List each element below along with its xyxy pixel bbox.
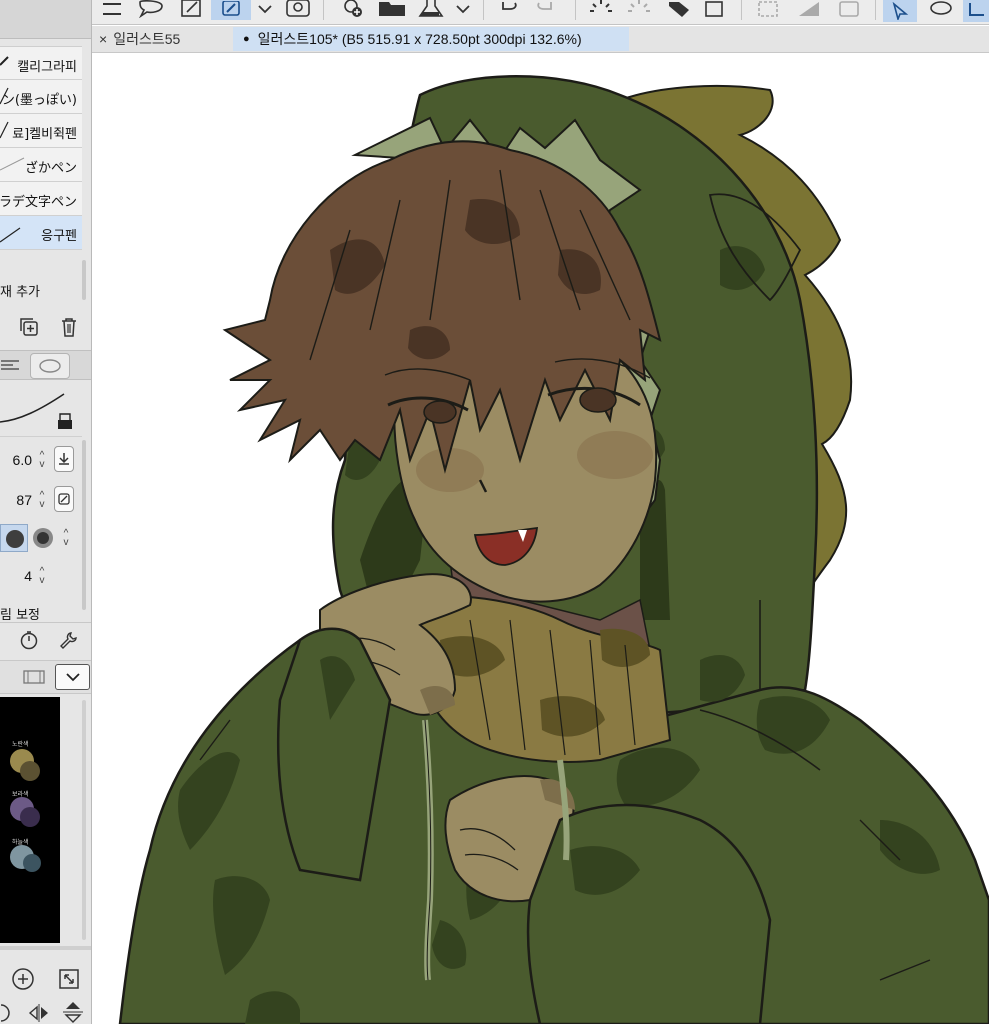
pen-tool-icon[interactable]	[211, 0, 251, 20]
tab-illust55[interactable]: × 일러스트55	[91, 27, 231, 51]
close-icon[interactable]: ×	[99, 31, 107, 47]
brush-label: ラデ文字ペン	[0, 195, 77, 210]
tip-stepper[interactable]: ^ v	[60, 529, 72, 548]
tab-label: 일러스트105* (B5 515.91 x 728.50pt 300dpi 13…	[257, 31, 582, 47]
size-stepper[interactable]: ^ v	[36, 451, 48, 470]
brush-item-zaka-pen[interactable]: ざかペン	[0, 148, 82, 182]
tab-label: 일러스트55	[113, 31, 181, 47]
brush-label: 응구펜	[41, 229, 77, 244]
document-tab-bar: × 일러스트55 ● 일러스트105* (B5 515.91 x 728.50p…	[91, 26, 989, 53]
dotted-spinner-icon[interactable]	[625, 0, 653, 18]
flip-horizontal-icon[interactable]	[26, 1002, 52, 1024]
lasso-icon[interactable]	[927, 0, 955, 18]
chevron-down-icon[interactable]	[55, 664, 90, 690]
menu-icon[interactable]	[101, 0, 123, 18]
color-set-header	[0, 660, 91, 694]
trash-icon[interactable]	[58, 316, 80, 338]
chevron-down-icon[interactable]	[453, 0, 473, 18]
swatch-label: 노란색	[12, 741, 29, 748]
swatch-yellow[interactable]	[8, 749, 48, 790]
modified-dot-icon: ●	[243, 33, 250, 45]
brush-item-ink[interactable]: ン(墨っぽい)	[0, 80, 82, 114]
timer-icon[interactable]	[18, 629, 40, 651]
opacity-row: 87 ^ v	[0, 484, 82, 518]
add-brush-label[interactable]: 재 추가	[0, 281, 40, 300]
brush-item-kelvin-pen[interactable]: 료]켈비쥑펜	[0, 114, 82, 148]
hard-tip-icon[interactable]	[0, 524, 28, 552]
chevron-down-icon[interactable]	[255, 0, 275, 18]
drawing-canvas[interactable]	[92, 53, 989, 1024]
brush-label: ン(墨っぽい)	[1, 93, 77, 108]
disable-icon[interactable]	[54, 486, 74, 512]
tab-illust105[interactable]: ● 일러스트105* (B5 515.91 x 728.50pt 300dpi …	[233, 27, 629, 51]
property-tabstrip	[0, 350, 91, 380]
swatch-purple[interactable]	[8, 797, 48, 838]
brush-item-calligraphy[interactable]: 캘리그라피	[0, 46, 82, 80]
tool-footer	[0, 622, 91, 657]
brush-label: ざかペン	[24, 161, 77, 176]
speech-bubble-icon[interactable]	[137, 0, 165, 18]
gradient-icon[interactable]	[795, 0, 823, 18]
brush-label: 캘리그라피	[17, 60, 77, 75]
horizontal-scrollbar[interactable]	[0, 946, 91, 950]
download-icon[interactable]	[54, 446, 74, 472]
artwork	[118, 75, 989, 1024]
brush-item-letter-pen[interactable]: ラデ文字ペン	[0, 182, 82, 216]
soft-tip-icon[interactable]	[30, 524, 56, 552]
swatch-skyblue[interactable]	[8, 845, 48, 886]
duplicate-icon[interactable]	[18, 316, 40, 338]
scrollbar[interactable]	[82, 260, 86, 300]
color-swatch-panel: 노란색 보라색 하늘색	[0, 697, 60, 943]
spinner-icon[interactable]	[587, 0, 615, 18]
zoom-in-icon[interactable]	[10, 966, 36, 992]
rotate-icon[interactable]	[0, 1002, 16, 1024]
undo-icon[interactable]	[495, 0, 523, 18]
select-icon[interactable]	[883, 0, 917, 22]
folder-icon[interactable]	[377, 0, 407, 18]
redo-icon[interactable]	[531, 0, 559, 18]
sub-tool-tab-icon[interactable]	[30, 353, 70, 379]
stabilization-row: 4 ^ v	[0, 562, 82, 596]
deselect-icon[interactable]	[755, 0, 783, 18]
opacity-stepper[interactable]: ^ v	[36, 491, 48, 510]
tag-icon[interactable]	[665, 0, 693, 18]
flask-icon[interactable]	[417, 0, 445, 18]
left-tool-panel: 캘리그라피 ン(墨っぽい) 료]켈비쥑펜 ざかペン ラデ文字ペン 응구펜 재 추…	[0, 0, 92, 1024]
spiral-icon[interactable]	[285, 0, 311, 18]
brush-tip-row: ^ v	[0, 522, 82, 556]
brush-item-eunggu-pen[interactable]: 응구펜	[0, 216, 82, 250]
layer-icon[interactable]	[963, 0, 989, 22]
flip-vertical-icon[interactable]	[60, 1000, 86, 1024]
properties-tab-icon[interactable]	[0, 355, 22, 375]
brush-label: 료]켈비쥑펜	[12, 127, 77, 142]
layer-icon[interactable]	[835, 0, 863, 18]
add-layer-icon[interactable]	[339, 0, 367, 18]
pressure-curve-preview[interactable]	[0, 384, 82, 434]
panel-header	[0, 0, 91, 39]
brush-list: 캘리그라피 ン(墨っぽい) 료]켈비쥑펜 ざかペン ラデ文字ペン 응구펜	[0, 46, 82, 250]
wrench-icon[interactable]	[58, 629, 80, 651]
scrollbar[interactable]	[82, 440, 86, 610]
brush-size-value[interactable]: 6.0	[13, 452, 32, 468]
scrollbar[interactable]	[82, 700, 86, 940]
stabilization-value[interactable]: 4	[24, 568, 32, 584]
opacity-value[interactable]: 87	[16, 492, 32, 508]
correction-label: 림 보정	[0, 608, 41, 623]
fit-screen-icon[interactable]	[56, 966, 82, 992]
film-icon[interactable]	[22, 667, 46, 687]
brush-size-row: 6.0 ^ v	[0, 444, 82, 478]
stabilization-stepper[interactable]: ^ v	[36, 567, 48, 586]
edit-icon[interactable]	[179, 0, 203, 18]
crop-icon[interactable]	[701, 0, 729, 18]
top-toolbar	[91, 0, 989, 25]
